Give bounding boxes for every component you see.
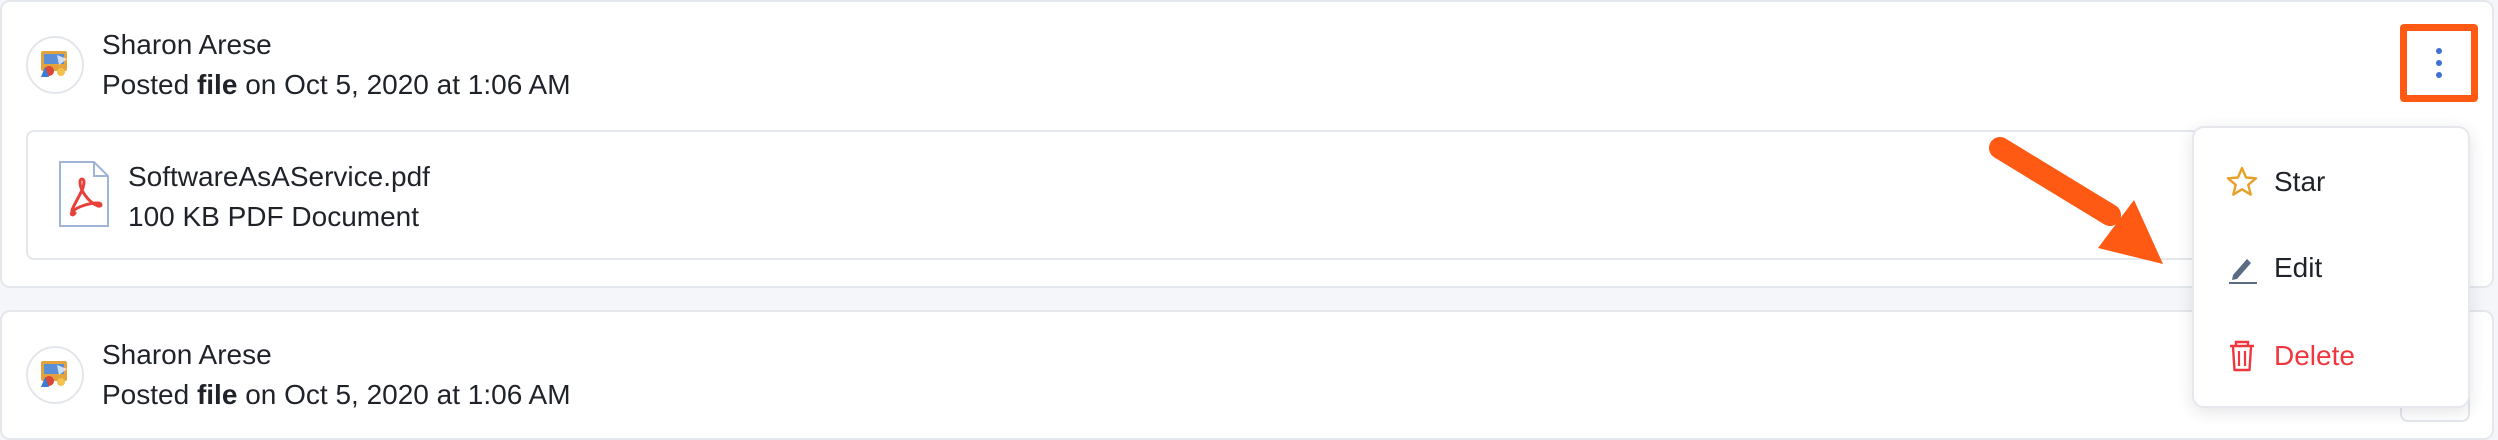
post-meta: Posted file on Oct 5, 2020 at 1:06 AM xyxy=(102,378,571,412)
kebab-icon xyxy=(2436,48,2442,78)
avatar[interactable] xyxy=(26,346,84,404)
menu-item-label: Delete xyxy=(2274,340,2355,371)
star-icon xyxy=(2224,164,2260,200)
posted-prefix: Posted xyxy=(102,69,197,100)
posted-date: on Oct 5, 2020 at 1:06 AM xyxy=(237,379,571,410)
file-attachment[interactable]: SoftwareAsAService.pdf 100 KB PDF Docume… xyxy=(26,130,2466,260)
menu-item-label: Edit xyxy=(2274,252,2323,283)
pencil-icon xyxy=(2224,250,2260,286)
posted-prefix: Posted xyxy=(102,379,197,410)
menu-item-edit[interactable]: Edit xyxy=(2194,236,2468,300)
avatar-image-icon xyxy=(41,51,67,77)
file-meta: 100 KB PDF Document xyxy=(128,201,420,232)
menu-item-star[interactable]: Star xyxy=(2194,150,2468,214)
post-card: Sharon Arese Posted file on Oct 5, 2020 … xyxy=(0,0,2494,288)
author-name: Sharon Arese xyxy=(102,339,272,370)
post-options-menu: Star Edit Delete xyxy=(2192,126,2470,408)
menu-item-delete[interactable]: Delete xyxy=(2194,324,2468,388)
post-meta: Posted file on Oct 5, 2020 at 1:06 AM xyxy=(102,68,571,102)
avatar[interactable] xyxy=(26,36,84,94)
posted-date: on Oct 5, 2020 at 1:06 AM xyxy=(237,69,571,100)
pdf-file-icon xyxy=(59,161,109,227)
trash-icon xyxy=(2224,338,2260,374)
posted-type: file xyxy=(196,69,238,100)
menu-item-label: Star xyxy=(2274,166,2326,197)
file-name[interactable]: SoftwareAsAService.pdf xyxy=(128,160,430,194)
avatar-image-icon xyxy=(41,361,67,387)
more-options-button[interactable] xyxy=(2400,24,2478,102)
posted-type: file xyxy=(196,379,238,410)
post-card: Sharon Arese Posted file on Oct 5, 2020 … xyxy=(0,310,2494,440)
author-name: Sharon Arese xyxy=(102,29,272,60)
